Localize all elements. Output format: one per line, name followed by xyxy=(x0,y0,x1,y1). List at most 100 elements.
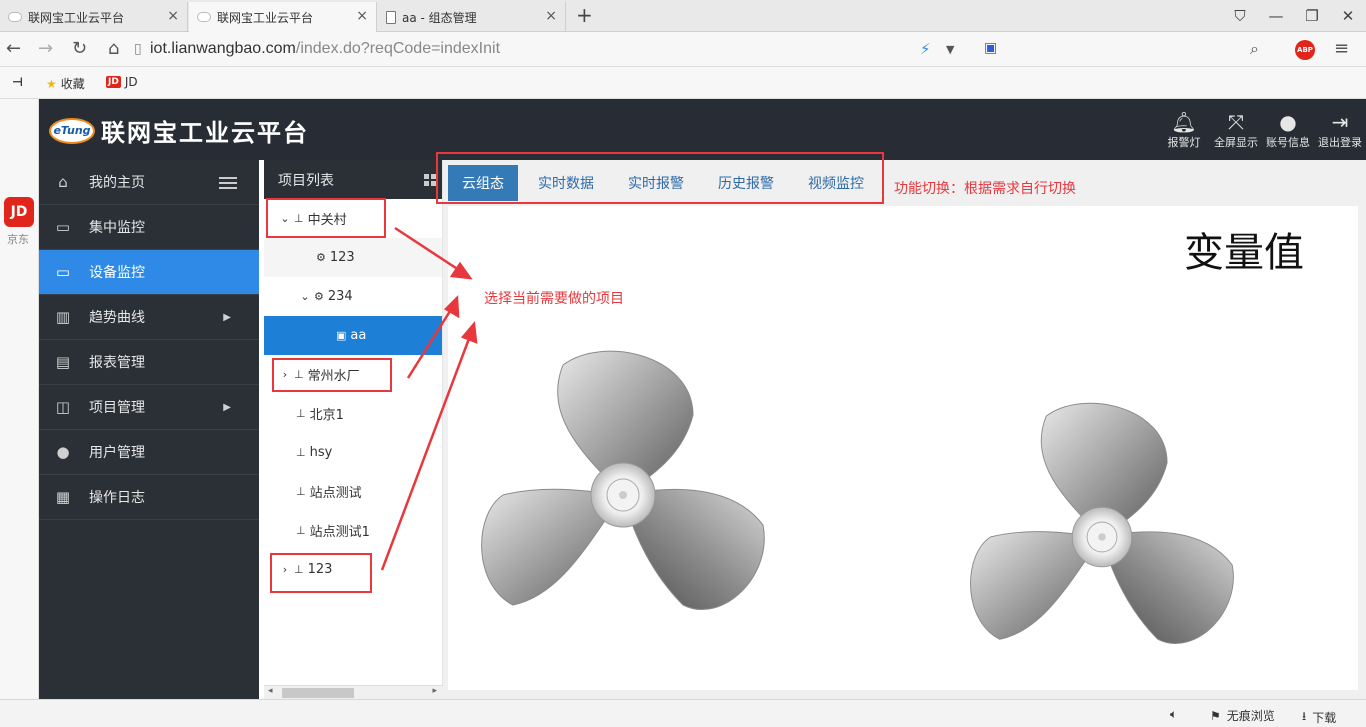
search-icon[interactable]: ⌕ xyxy=(1250,39,1259,59)
tree-node-label: 站点测试 xyxy=(309,486,362,501)
sidebar-item-label: 报表管理 xyxy=(89,355,145,371)
tree-node[interactable]: ⚙ 123 xyxy=(264,238,442,277)
close-tab-icon[interactable]: × xyxy=(356,8,368,24)
sidebar-menu: ⌂ 我的主页 ▭ 集中监控 ▭ 设备监控 ▥ 趋势曲线 ▶ ▤ 报表管理 ◫ 项目管理 ▶ ● 用… xyxy=(39,160,259,699)
url-field[interactable]: iot.lianwangbao.com/index.do?reqCode=ind… xyxy=(150,40,500,58)
menu-icon[interactable]: ≡ xyxy=(1334,38,1349,59)
sidebar-item-label: 我的主页 xyxy=(89,175,145,191)
sitemap-icon: ⊥ xyxy=(296,407,306,420)
tree-node-label: aa xyxy=(350,328,367,343)
bookmarks-bar: ⊣ ★ 收藏 JD JD xyxy=(0,67,1366,99)
sidebar-item-projects[interactable]: ◫ 项目管理 ▶ xyxy=(39,385,259,430)
tree-node[interactable]: ⊥ 站点测试 xyxy=(264,472,442,511)
annotation-box-tabs xyxy=(436,152,884,204)
dropdown-icon[interactable]: ▼ xyxy=(946,43,954,56)
annotation-box-node xyxy=(272,358,392,392)
logout-button[interactable]: ⇥ 退出登录 xyxy=(1314,99,1366,160)
account-info-button[interactable]: ● 账号信息 xyxy=(1262,99,1314,160)
app-logo: eTung 联网宝工业云平台 xyxy=(49,113,309,148)
new-tab-icon[interactable]: + xyxy=(576,3,593,27)
tree-node[interactable]: ⊥ 站点测试1 xyxy=(264,511,442,550)
forward-icon[interactable]: → xyxy=(38,38,53,59)
action-label: 报警灯 xyxy=(1167,135,1201,149)
home-icon: ⌂ xyxy=(58,173,68,191)
tree-horizontal-scrollbar[interactable]: ◂ ▸ xyxy=(264,685,443,699)
sidebar-item-device-monitor[interactable]: ▭ 设备监控 xyxy=(39,250,259,295)
gear-icon: ⚙ xyxy=(316,251,326,264)
adblock-icon[interactable]: ABP xyxy=(1295,40,1315,60)
action-label: 退出登录 xyxy=(1318,135,1362,149)
close-tab-icon[interactable]: × xyxy=(167,8,179,24)
app-header: eTung 联网宝工业云平台 🔔︎ 报警灯 ⤧ 全屏显示 ● 账号信息 ⇥ 退出登录 xyxy=(39,99,1366,160)
monitor-icon: ▭ xyxy=(55,263,71,281)
back-icon[interactable]: ← xyxy=(6,38,21,59)
tree-node[interactable]: ▣ aa xyxy=(264,316,442,355)
scroll-left-icon[interactable]: ◂ xyxy=(268,686,273,696)
image-icon: ▣ xyxy=(336,329,347,342)
status-label: 无痕浏览 xyxy=(1226,709,1275,723)
sitemap-icon: ⊥ xyxy=(296,524,306,537)
alarm-light-button[interactable]: 🔔︎ 报警灯 xyxy=(1158,99,1210,160)
jd-icon: JD xyxy=(106,76,121,88)
sidebar-toggle-icon[interactable]: ⊣ xyxy=(12,75,23,89)
cloud-icon xyxy=(197,12,211,22)
etung-logo-icon: eTung xyxy=(49,117,95,144)
document-icon: ▤ xyxy=(55,353,71,371)
tree-node[interactable]: ⊥ 北京1 xyxy=(264,394,442,433)
scroll-right-icon[interactable]: ▸ xyxy=(432,686,437,696)
fullscreen-icon: ⤧ xyxy=(1228,109,1244,134)
annotation-select-project: 选择当前需要做的项目 xyxy=(484,291,624,307)
reload-icon[interactable]: ↻ xyxy=(72,38,87,59)
lightning-icon[interactable]: ⚡ xyxy=(920,40,931,58)
project-tree: 项目列表 ⌄ ⊥ 中关村 ⚙ 123 ⌄ ⚙ 234 ▣ aa › ⊥ 常州水厂 ⊥ 北京1 ⊥ h… xyxy=(264,160,443,699)
restore-icon[interactable]: ❐ xyxy=(1294,7,1330,25)
sidebar-item-reports[interactable]: ▤ 报表管理 xyxy=(39,340,259,385)
sidebar-item-logs[interactable]: ▦ 操作日志 xyxy=(39,475,259,520)
tree-node[interactable]: ⌄ ⚙ 234 xyxy=(264,277,442,316)
bookmark-favorites[interactable]: ★ 收藏 xyxy=(46,75,85,92)
browser-tab-2[interactable]: 联网宝工业云平台 × xyxy=(189,2,377,32)
sidebar-item-trend[interactable]: ▥ 趋势曲线 ▶ xyxy=(39,295,259,340)
hamburger-icon[interactable] xyxy=(219,177,237,189)
sidebar-item-label: 项目管理 xyxy=(89,400,145,416)
sidebar-item-central-monitor[interactable]: ▭ 集中监控 xyxy=(39,205,259,250)
home-icon[interactable]: ⌂ xyxy=(108,38,119,59)
browser-tab-title: aa - 组态管理 xyxy=(402,10,477,25)
bookmark-jd[interactable]: JD JD xyxy=(106,75,138,89)
caret-right-icon: ▶ xyxy=(223,401,231,413)
annotation-box-node xyxy=(270,553,372,593)
sidebar-item-label: 操作日志 xyxy=(89,490,145,506)
tree-header: 项目列表 xyxy=(264,160,442,199)
annotation-function-switch: 功能切换：根据需求自行切换 xyxy=(894,181,1076,197)
close-window-icon[interactable]: ✕ xyxy=(1330,7,1366,25)
skin-icon[interactable]: ⛉ xyxy=(1222,7,1258,25)
browser-status-bar: 🔈︎ ⚑ 无痕浏览 ⭳ 下载 xyxy=(0,699,1366,727)
sidebar-item-home[interactable]: ⌂ 我的主页 xyxy=(39,160,259,205)
window-controls: ⛉ — ❐ ✕ xyxy=(1222,0,1366,32)
browser-tab-title: 联网宝工业云平台 xyxy=(217,10,314,25)
close-tab-icon[interactable]: × xyxy=(545,8,557,24)
fan-icon xyxy=(970,402,1234,644)
fullscreen-button[interactable]: ⤧ 全屏显示 xyxy=(1210,99,1262,160)
scada-canvas: 变量值 xyxy=(448,206,1358,690)
download-icon: ⭳ xyxy=(1302,709,1307,723)
jd-logo-icon[interactable]: JD xyxy=(4,197,34,227)
tree-node-label: 北京1 xyxy=(309,408,344,423)
sidebar-item-users[interactable]: ● 用户管理 xyxy=(39,430,259,475)
minimize-icon[interactable]: — xyxy=(1258,7,1294,25)
grid-icon[interactable] xyxy=(424,174,436,186)
expanded-chevron-icon[interactable]: ⌄ xyxy=(300,290,310,303)
browser-side-panel: JD 京东 xyxy=(0,99,39,699)
paw-icon[interactable]: ▣ xyxy=(984,40,997,56)
tree-node[interactable]: ⊥ hsy xyxy=(264,433,442,472)
browser-tab-bar: 联网宝工业云平台 × 联网宝工业云平台 × aa - 组态管理 × + ⛉ — … xyxy=(0,0,1366,32)
sidebar-item-label: 集中监控 xyxy=(89,220,145,236)
speaker-icon[interactable]: 🔈︎ xyxy=(1170,707,1177,722)
bookmark-label: JD xyxy=(124,75,138,89)
tree-node-label: 站点测试1 xyxy=(309,525,370,540)
browser-tab-3[interactable]: aa - 组态管理 × xyxy=(378,2,566,32)
scrollbar-thumb[interactable] xyxy=(282,688,354,698)
browser-tab-1[interactable]: 联网宝工业云平台 × xyxy=(0,2,188,32)
download-button[interactable]: ⭳ 下载 xyxy=(1302,707,1336,727)
incognito-button[interactable]: ⚑ 无痕浏览 xyxy=(1210,707,1275,724)
